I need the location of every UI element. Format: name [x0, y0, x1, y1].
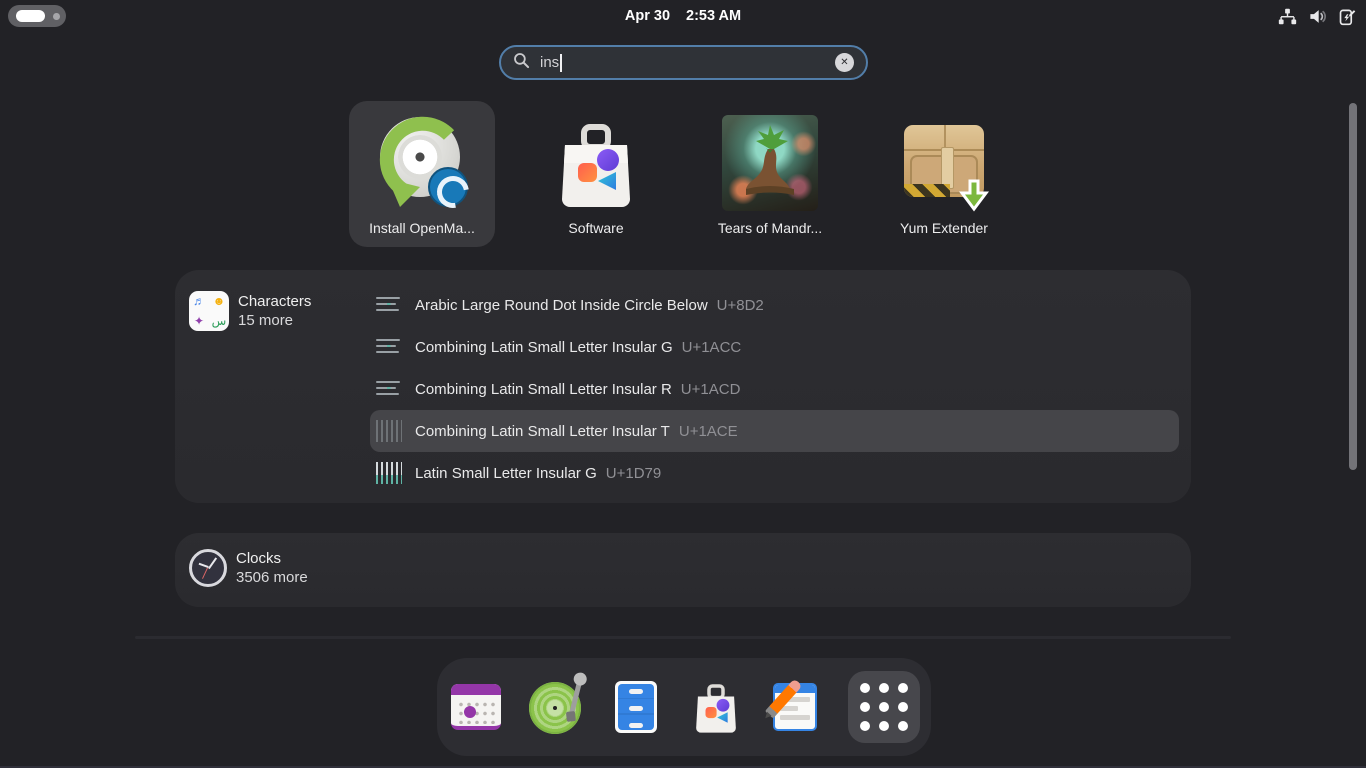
dock-item-app-grid-active[interactable]	[848, 671, 920, 743]
dock-separator	[135, 636, 1231, 639]
character-name: Combining Latin Small Letter Insular R	[415, 380, 672, 398]
characters-section-header[interactable]: ♬ ☻ ✦ س Characters 15 more	[189, 291, 311, 331]
app-label: Install OpenMa...	[369, 220, 475, 236]
gnome-shell-overview: Apr 30 2:53 AM ins ✕ Install OpenMa... S…	[0, 0, 1366, 768]
dock-item-software[interactable]	[688, 679, 744, 735]
date-label: Apr 30	[624, 8, 671, 24]
software-bag-icon	[548, 115, 644, 211]
clocks-results-panel[interactable]: Clocks 3506 more	[175, 533, 1191, 607]
character-codepoint: U+1ACE	[678, 422, 738, 440]
character-preview-icon	[376, 462, 402, 484]
app-label: Tears of Mandr...	[717, 220, 823, 236]
character-result-row[interactable]: Combining Latin Small Letter Insular G U…	[370, 326, 1179, 368]
dock-item-music[interactable]	[528, 679, 584, 735]
install-openmandriva-icon	[374, 115, 470, 211]
system-tray[interactable]	[1278, 0, 1356, 32]
section-title: Clocks	[236, 550, 282, 567]
app-result-tears-of-mandrake[interactable]: Tears of Mandr...	[697, 101, 843, 247]
battery-charging-icon	[1338, 7, 1356, 26]
character-codepoint: U+8D2	[716, 296, 764, 314]
character-result-row-selected[interactable]: Combining Latin Small Letter Insular T U…	[370, 410, 1179, 452]
character-preview-icon	[376, 377, 402, 401]
character-name: Combining Latin Small Letter Insular G	[415, 338, 673, 356]
yum-extender-box-icon	[896, 115, 992, 212]
character-name: Arabic Large Round Dot Inside Circle Bel…	[415, 296, 708, 314]
app-label: Software	[568, 220, 624, 236]
dock-item-files[interactable]	[608, 679, 664, 735]
network-wired-icon	[1278, 7, 1297, 26]
character-preview-icon	[376, 335, 402, 359]
files-icon	[615, 681, 657, 733]
character-codepoint: U+1D79	[605, 464, 662, 482]
characters-results-panel: ♬ ☻ ✦ س Characters 15 more Arabic Large …	[175, 270, 1191, 503]
app-result-install-openmandriva[interactable]: Install OpenMa...	[349, 101, 495, 247]
volume-icon	[1308, 7, 1327, 26]
character-codepoint: U+1ACD	[680, 380, 741, 398]
app-result-yum-extender[interactable]: Yum Extender	[871, 101, 1017, 247]
section-more-label: 3506 more	[236, 569, 308, 586]
character-name: Latin Small Letter Insular G	[415, 464, 597, 482]
section-title: Characters	[238, 293, 312, 310]
app-result-software[interactable]: Software	[523, 101, 669, 247]
section-more-label: 15 more	[238, 312, 294, 329]
character-preview-icon	[376, 420, 402, 442]
character-result-row[interactable]: Combining Latin Small Letter Insular R U…	[370, 368, 1179, 410]
app-search-results: Install OpenMa... Software Tears of Mand…	[349, 101, 1017, 247]
tears-of-mandrake-image	[722, 115, 818, 211]
clear-icon[interactable]	[835, 53, 854, 72]
character-result-row[interactable]: Latin Small Letter Insular G U+1D79	[370, 452, 1179, 494]
character-codepoint: U+1ACC	[681, 338, 742, 356]
character-preview-icon	[376, 293, 402, 317]
search-icon	[513, 52, 530, 74]
dock-item-text-editor[interactable]	[764, 678, 824, 735]
dock-item-calendar[interactable]	[448, 679, 504, 735]
character-name: Combining Latin Small Letter Insular T	[415, 422, 670, 440]
clocks-section-header[interactable]: Clocks 3506 more	[189, 549, 308, 587]
characters-result-list: Arabic Large Round Dot Inside Circle Bel…	[370, 284, 1179, 494]
text-caret	[560, 53, 562, 72]
search-text: ins	[540, 54, 560, 71]
calendar-icon	[451, 684, 501, 730]
app-grid-icon	[860, 683, 908, 731]
top-bar: Apr 30 2:53 AM	[0, 0, 1366, 32]
search-input[interactable]: ins	[499, 45, 868, 80]
app-label: Yum Extender	[900, 220, 988, 236]
characters-app-icon: ♬ ☻ ✦ س	[189, 291, 229, 331]
character-result-row[interactable]: Arabic Large Round Dot Inside Circle Bel…	[370, 284, 1179, 326]
time-label: 2:53 AM	[686, 8, 742, 24]
software-bag-icon	[688, 679, 744, 735]
clocks-app-icon	[189, 549, 227, 587]
dash-dock	[437, 658, 931, 756]
clock-button[interactable]: Apr 30 2:53 AM	[0, 0, 1366, 32]
overview-scrollbar[interactable]	[1349, 103, 1357, 470]
